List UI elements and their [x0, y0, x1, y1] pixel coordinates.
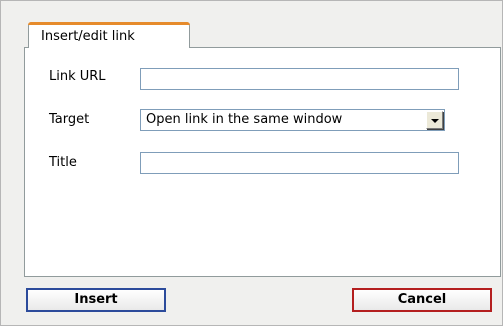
- title-input[interactable]: [140, 152, 459, 174]
- link-url-label: Link URL: [49, 69, 106, 84]
- tab-label: Insert/edit link: [41, 29, 135, 44]
- target-selected-value: Open link in the same window: [146, 112, 343, 127]
- cancel-button[interactable]: Cancel: [352, 288, 492, 312]
- link-properties-panel: Link URL Target Open link in the same wi…: [24, 47, 501, 277]
- link-url-input[interactable]: [140, 68, 459, 90]
- title-label: Title: [49, 155, 77, 170]
- insert-button[interactable]: Insert: [26, 288, 166, 312]
- tab-insert-edit-link[interactable]: Insert/edit link: [28, 22, 190, 48]
- target-select[interactable]: Open link in the same window: [140, 109, 445, 131]
- insert-link-dialog: Insert/edit link Link URL Target Open li…: [0, 0, 503, 326]
- target-label: Target: [49, 112, 90, 127]
- chevron-down-icon[interactable]: [426, 111, 443, 129]
